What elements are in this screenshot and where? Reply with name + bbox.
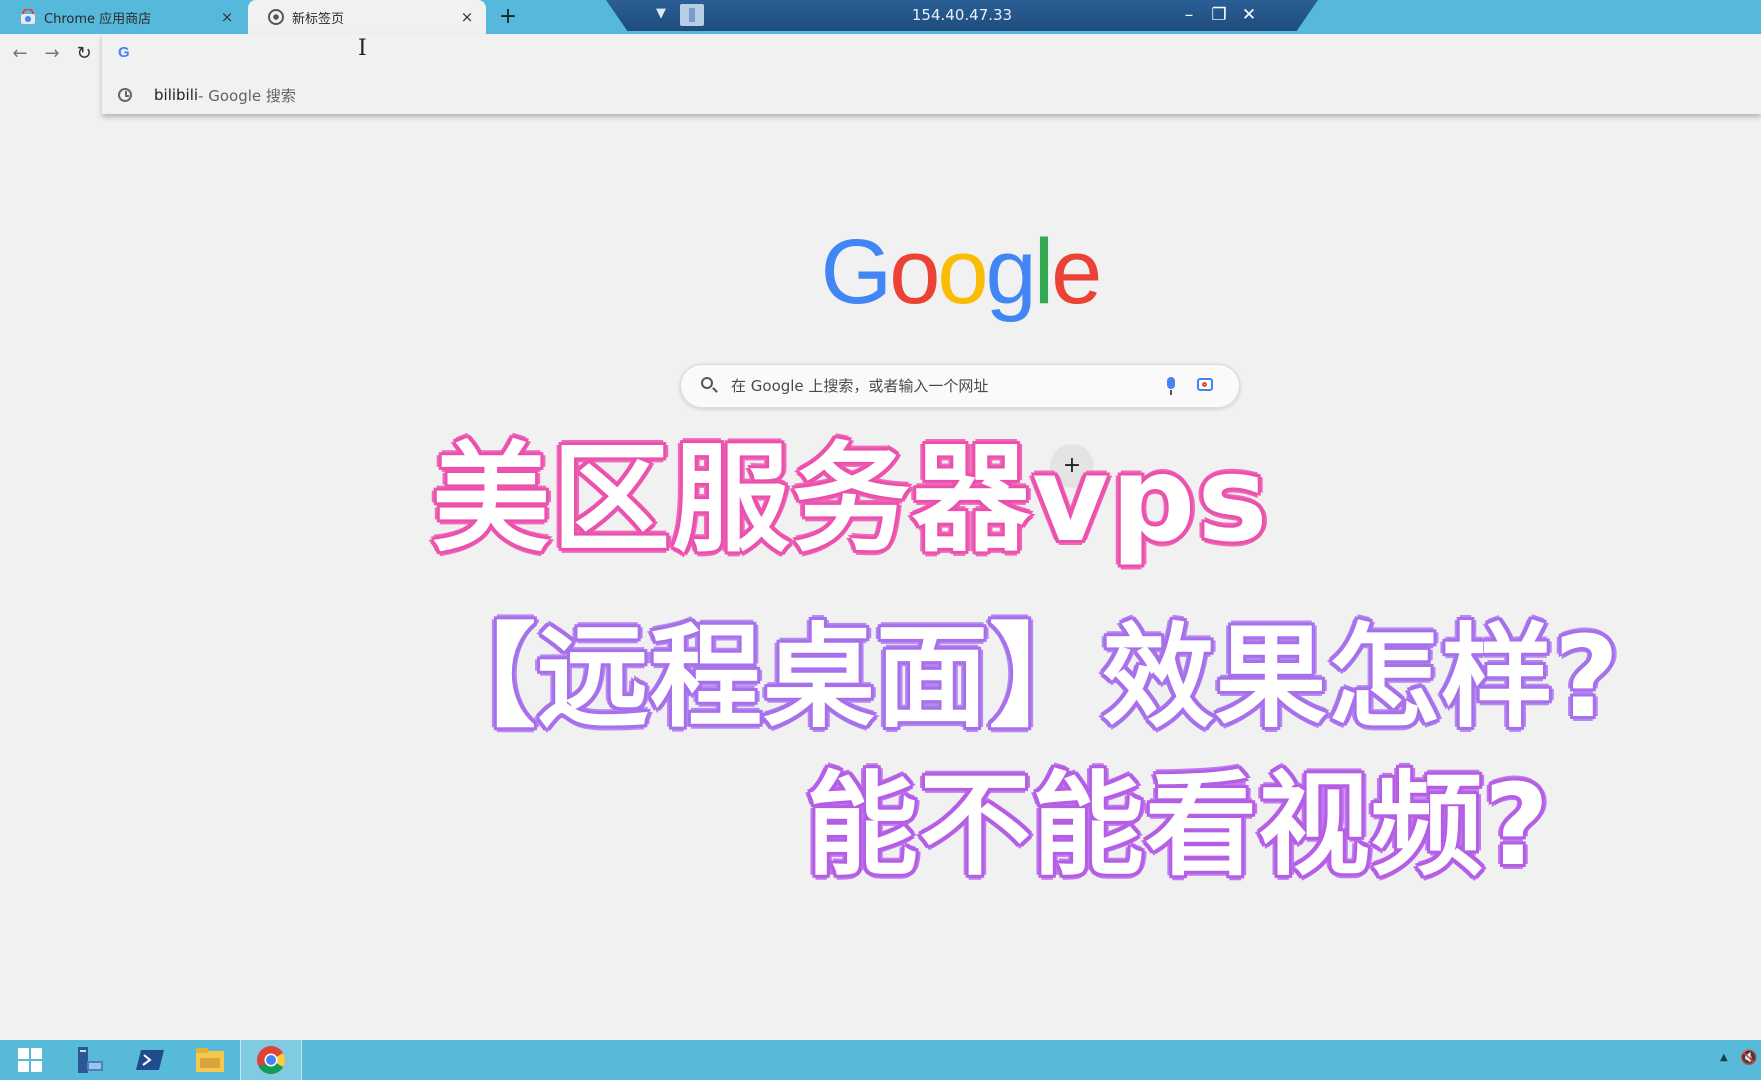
chrome-webstore-icon bbox=[21, 9, 35, 24]
chrome-icon bbox=[257, 1046, 285, 1074]
search-placeholder: 在 Google 上搜索，或者输入一个网址 bbox=[731, 377, 989, 395]
tab-title: 新标签页 bbox=[292, 11, 345, 27]
remote-desktop-bar: ▼ 154.40.47.33 – ❐ ✕ bbox=[606, 0, 1318, 31]
logo-letter: e bbox=[1051, 221, 1102, 323]
forward-button[interactable]: → bbox=[40, 42, 64, 66]
logo-letter: o bbox=[937, 221, 988, 323]
tab-new-tab[interactable]: 新标签页 × bbox=[248, 0, 486, 34]
suggestion-text: bilibili bbox=[154, 86, 199, 104]
new-tab-button[interactable]: + bbox=[494, 2, 522, 32]
tab-close-icon[interactable]: × bbox=[458, 8, 476, 26]
search-box[interactable]: 在 Google 上搜索，或者输入一个网址 bbox=[680, 364, 1240, 408]
logo-letter: o bbox=[889, 221, 940, 323]
suggestion-subtext: - Google 搜索 bbox=[198, 86, 296, 105]
volume-muted-icon[interactable]: 🔇 bbox=[1740, 1050, 1757, 1066]
powershell-icon bbox=[136, 1050, 164, 1070]
reload-button[interactable]: ↻ bbox=[72, 42, 96, 66]
overlay-title-line2: 【远程桌面】效果怎样? bbox=[424, 613, 1620, 743]
chrome-icon bbox=[268, 9, 284, 25]
overlay-title-line3: 能不能看视频? bbox=[806, 761, 1550, 891]
rd-restore-button[interactable]: ❐ bbox=[1206, 0, 1232, 31]
voice-search-icon[interactable] bbox=[1167, 377, 1175, 395]
omnibox-suggestion[interactable]: bilibili - Google 搜索 bbox=[102, 76, 1761, 114]
server-manager-icon bbox=[78, 1047, 103, 1073]
tab-title: Chrome 应用商店 bbox=[44, 11, 152, 27]
tab-chrome-webstore[interactable]: Chrome 应用商店 × bbox=[0, 0, 246, 34]
search-icon bbox=[701, 377, 713, 389]
history-clock-icon bbox=[118, 88, 132, 102]
google-logo: Google bbox=[760, 222, 1160, 322]
file-explorer-icon bbox=[196, 1048, 224, 1072]
rd-close-button[interactable]: ✕ bbox=[1236, 0, 1262, 31]
server-manager-button[interactable] bbox=[60, 1040, 120, 1080]
text-cursor-icon: I bbox=[358, 36, 367, 61]
start-button[interactable] bbox=[0, 1040, 60, 1080]
tab-close-icon[interactable]: × bbox=[218, 8, 236, 26]
start-icon bbox=[18, 1048, 42, 1072]
file-explorer-button[interactable] bbox=[180, 1040, 240, 1080]
omnibox[interactable]: G I bilibili - Google 搜索 bbox=[102, 34, 1761, 114]
tray-show-hidden-icon[interactable]: ▲ bbox=[1720, 1052, 1728, 1063]
powershell-button[interactable] bbox=[120, 1040, 180, 1080]
image-search-icon[interactable] bbox=[1197, 378, 1213, 391]
logo-letter: l bbox=[1033, 221, 1055, 323]
rd-minimize-button[interactable]: – bbox=[1176, 0, 1202, 31]
logo-letter: g bbox=[985, 221, 1037, 323]
back-button[interactable]: ← bbox=[8, 42, 32, 66]
windows-taskbar bbox=[0, 1040, 1761, 1080]
overlay-title-line1: 美区服务器vps bbox=[432, 430, 1270, 568]
google-search-icon: G bbox=[118, 44, 130, 61]
logo-letter: G bbox=[820, 221, 893, 323]
chrome-taskbar-button[interactable] bbox=[240, 1040, 302, 1080]
